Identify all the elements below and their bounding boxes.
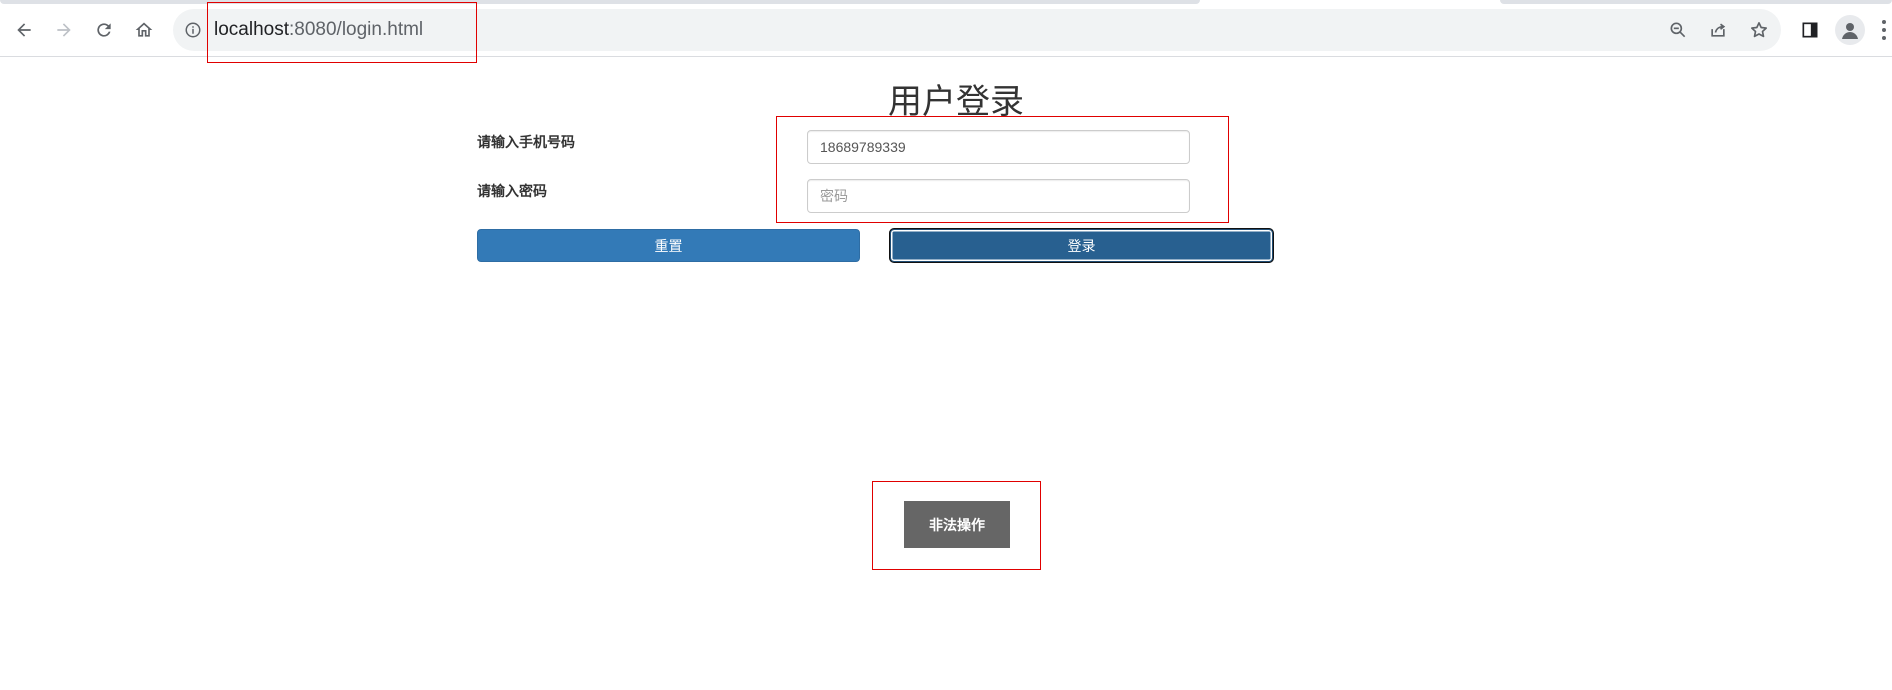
zoom-out-icon: [1670, 22, 1686, 38]
star-icon: [1751, 22, 1767, 38]
share-button[interactable]: [1703, 15, 1733, 45]
home-button[interactable]: [128, 14, 160, 46]
back-button[interactable]: [8, 14, 40, 46]
password-input[interactable]: [807, 179, 1190, 213]
login-button[interactable]: 登录: [890, 229, 1273, 262]
phone-input[interactable]: [807, 130, 1190, 164]
reload-icon: [97, 23, 111, 37]
share-icon: [1711, 23, 1726, 37]
url-host: localhost: [214, 19, 289, 40]
illegal-operation-button[interactable]: 非法操作: [904, 501, 1010, 548]
reload-button[interactable]: [88, 14, 120, 46]
password-label: 请输入密码: [477, 183, 547, 199]
tab-strip: [0, 0, 1200, 4]
side-panel-button[interactable]: [1795, 15, 1825, 45]
browser-toolbar: localhost:8080/login.html: [0, 0, 1892, 57]
profile-icon: [1842, 23, 1858, 39]
phone-label: 请输入手机号码: [477, 134, 575, 150]
home-icon: [135, 22, 153, 37]
menu-icon[interactable]: [1880, 16, 1888, 44]
reset-button[interactable]: 重置: [477, 229, 860, 262]
bookmark-button[interactable]: [1744, 15, 1774, 45]
url-text[interactable]: localhost:8080/login.html: [214, 19, 423, 41]
info-icon[interactable]: [184, 21, 202, 39]
zoom-button[interactable]: [1663, 15, 1693, 45]
profile-button[interactable]: [1835, 15, 1865, 45]
url-path: :8080/login.html: [289, 19, 424, 40]
forward-icon: [57, 23, 71, 37]
tab-strip: [1500, 0, 1892, 4]
back-icon: [17, 23, 31, 37]
forward-button[interactable]: [48, 14, 80, 46]
page-title: 用户登录: [888, 83, 1024, 121]
side-panel-icon: [1802, 22, 1818, 38]
